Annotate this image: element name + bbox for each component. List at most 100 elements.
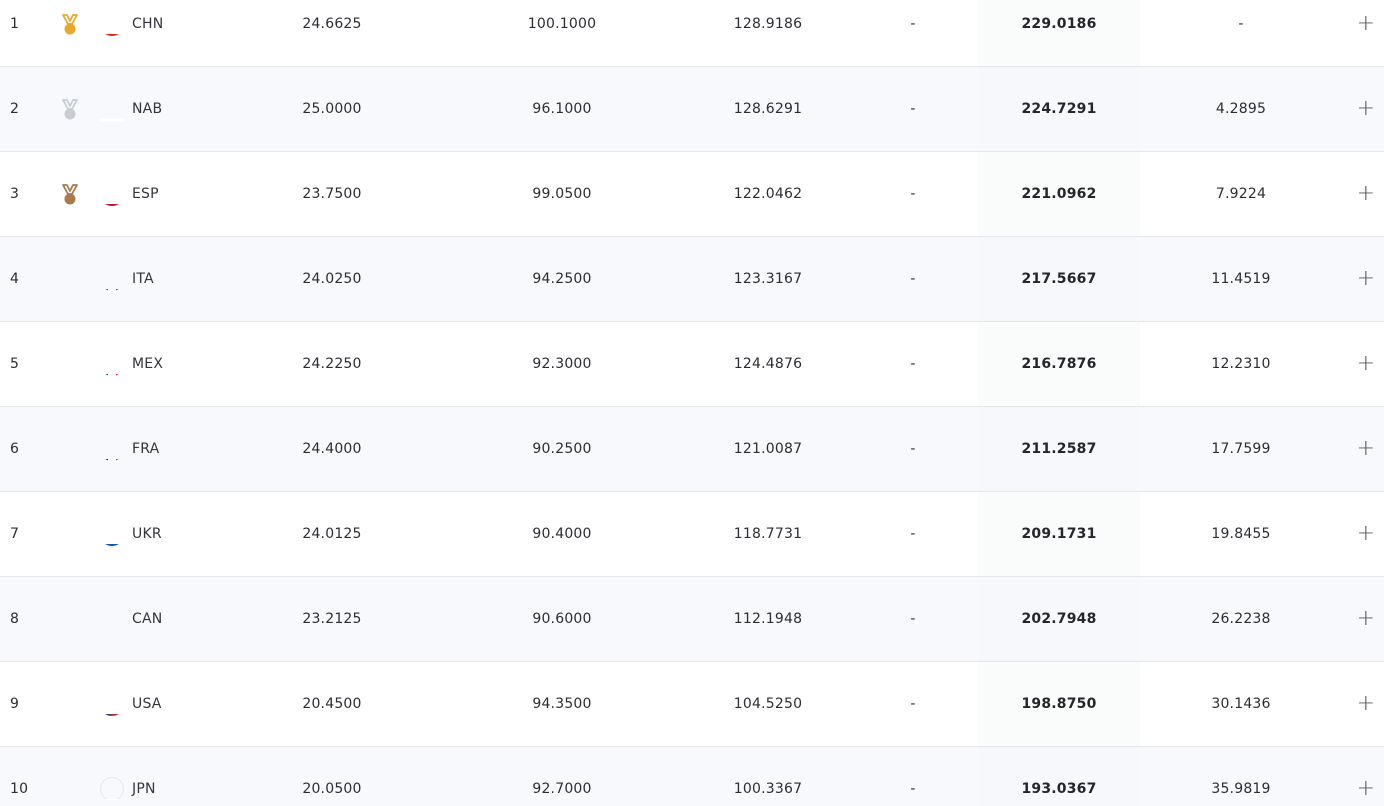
expand-row-button[interactable]: + [1352,67,1380,151]
no-medal [58,747,82,806]
no-medal [58,492,82,576]
score-col4: - [910,16,916,32]
score-col4: - [910,441,916,457]
score-col2: 96.1000 [532,101,592,117]
no-medal [58,407,82,491]
expand-row-button[interactable]: + [1352,492,1380,576]
expand-row-button[interactable]: + [1352,237,1380,321]
table-row[interactable]: 10 JPN 20.0500 92.7000 100.3367 - 193.03… [0,747,1384,806]
country-code: CAN [132,611,163,627]
table-row[interactable]: 3 ESP 23.7500 99.0500 122.0462 - 221.096… [0,152,1384,237]
score-col4: - [910,611,916,627]
rank: 9 [10,696,20,712]
gap-to-leader: 17.7599 [1211,441,1271,457]
score-col1: 24.2250 [302,356,362,372]
gap-to-leader: 7.9224 [1215,186,1267,202]
score-col3: 118.7731 [733,526,803,542]
gap-to-leader: 19.8455 [1211,526,1271,542]
score-col1: 23.7500 [302,186,362,202]
france-flag-icon [100,407,124,491]
gold-medal-icon [58,0,82,66]
score-col2: 90.6000 [532,611,592,627]
results-rows: 1 CHN 24.6625 100.1000 128.9186 - 229.01… [0,0,1384,806]
gap-to-leader: 4.2895 [1215,101,1267,117]
country-code: CHN [132,16,164,32]
score-col2: 99.0500 [532,186,592,202]
rank: 4 [10,271,20,287]
total-score: 209.1731 [1021,526,1097,542]
table-row[interactable]: 9 USA 20.4500 94.3500 104.5250 - 198.875… [0,662,1384,747]
gap-to-leader: 35.9819 [1211,781,1271,797]
rank: 1 [10,16,20,32]
table-row[interactable]: 8 CAN 23.2125 90.6000 112.1948 - 202.794… [0,577,1384,662]
rank: 10 [10,781,29,797]
score-col2: 90.2500 [532,441,592,457]
score-col3: 122.0462 [733,186,803,202]
expand-row-button[interactable]: + [1352,152,1380,236]
spain-flag-icon [100,152,124,236]
total-score: 229.0186 [1021,16,1097,32]
score-col3: 121.0087 [733,441,803,457]
score-col3: 123.3167 [733,271,803,287]
no-medal [58,322,82,406]
expand-row-button[interactable]: + [1352,0,1380,66]
rank: 7 [10,526,20,542]
gap-to-leader: 26.2238 [1211,611,1271,627]
results-table: 1 CHN 24.6625 100.1000 128.9186 - 229.01… [0,0,1384,806]
score-col1: 24.6625 [302,16,362,32]
score-col3: 124.4876 [733,356,803,372]
score-col2: 94.2500 [532,271,592,287]
usa-flag-icon [100,662,124,746]
gap-to-leader: 11.4519 [1211,271,1271,287]
score-col4: - [910,526,916,542]
score-col3: 100.3367 [733,781,803,797]
country-code: ITA [132,271,154,287]
score-col2: 92.7000 [532,781,592,797]
rank: 2 [10,101,20,117]
gap-to-leader: 30.1436 [1211,696,1271,712]
table-row[interactable]: 1 CHN 24.6625 100.1000 128.9186 - 229.01… [0,0,1384,67]
score-col3: 104.5250 [733,696,803,712]
score-col4: - [910,271,916,287]
total-score: 221.0962 [1021,186,1097,202]
expand-row-button[interactable]: + [1352,322,1380,406]
score-col1: 24.4000 [302,441,362,457]
rank: 3 [10,186,20,202]
score-col2: 92.3000 [532,356,592,372]
table-row[interactable]: 5 MEX 24.2250 92.3000 124.4876 - 216.787… [0,322,1384,407]
gap-to-leader: 12.2310 [1211,356,1271,372]
gap-to-leader: - [1238,16,1244,32]
country-code: MEX [132,356,164,372]
score-col4: - [910,101,916,117]
total-score: 224.7291 [1021,101,1097,117]
expand-row-button[interactable]: + [1352,577,1380,661]
total-score: 202.7948 [1021,611,1097,627]
no-medal [58,662,82,746]
score-col3: 128.9186 [733,16,803,32]
score-col1: 24.0125 [302,526,362,542]
score-col4: - [910,186,916,202]
score-col4: - [910,696,916,712]
score-col1: 25.0000 [302,101,362,117]
total-score: 217.5667 [1021,271,1097,287]
table-row[interactable]: 6 FRA 24.4000 90.2500 121.0087 - 211.258… [0,407,1384,492]
no-medal [58,237,82,321]
china-flag-icon [100,0,124,66]
table-row[interactable]: 4 ITA 24.0250 94.2500 123.3167 - 217.566… [0,237,1384,322]
country-code: USA [132,696,162,712]
rank: 6 [10,441,20,457]
score-col1: 24.0250 [302,271,362,287]
table-row[interactable]: 7 UKR 24.0125 90.4000 118.7731 - 209.173… [0,492,1384,577]
expand-row-button[interactable]: + [1352,662,1380,746]
country-code: UKR [132,526,162,542]
expand-row-button[interactable]: + [1352,407,1380,491]
neutral-athletes-flag-icon [100,67,124,151]
score-col2: 94.3500 [532,696,592,712]
expand-row-button[interactable]: + [1352,747,1380,806]
mexico-flag-icon [100,322,124,406]
rank: 8 [10,611,20,627]
country-code: ESP [132,186,159,202]
italy-flag-icon [100,237,124,321]
country-code: JPN [132,781,156,797]
table-row[interactable]: 2 NAB 25.0000 96.1000 128.6291 - 224.729… [0,67,1384,152]
